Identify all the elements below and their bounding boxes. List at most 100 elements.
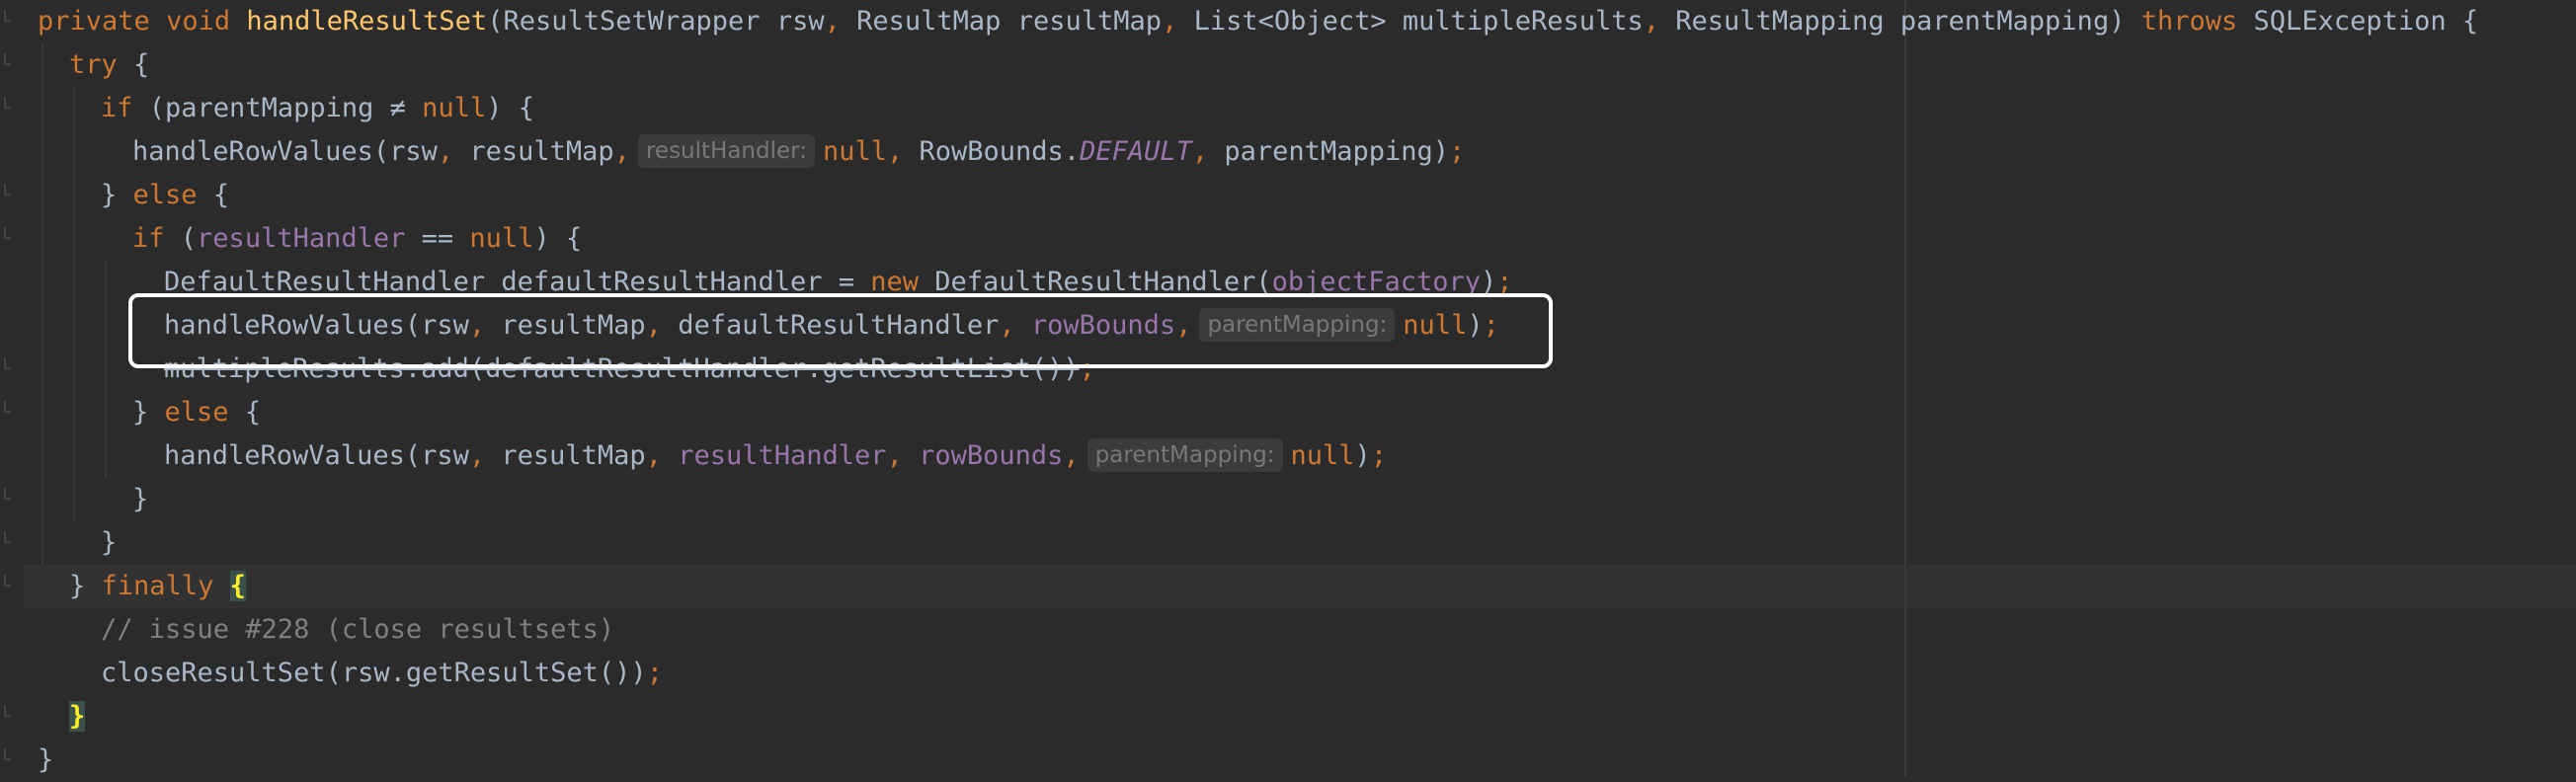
code-editor[interactable]: private void handleResultSet(ResultSetWr… bbox=[0, 0, 2576, 776]
matched-brace: } bbox=[69, 701, 86, 732]
keyword: private bbox=[38, 6, 150, 37]
comma: , bbox=[886, 440, 903, 471]
paren: ( bbox=[180, 223, 198, 254]
condition: (parentMapping bbox=[148, 93, 374, 123]
keyword: throws bbox=[2140, 6, 2238, 37]
brace: } bbox=[132, 397, 149, 428]
indent-guide bbox=[73, 87, 75, 521]
fold-marker-icon[interactable] bbox=[4, 401, 11, 413]
fold-marker-icon[interactable] bbox=[4, 357, 11, 369]
brace: { bbox=[133, 49, 150, 80]
code-line-5[interactable]: } else { bbox=[101, 174, 229, 217]
brace: } bbox=[132, 484, 149, 514]
operator: ≠ bbox=[389, 93, 406, 123]
brace: } bbox=[38, 744, 54, 775]
indent-guide bbox=[105, 261, 107, 478]
param-name: multipleResults bbox=[1402, 6, 1644, 37]
method-call: handleRowValues(rsw bbox=[132, 136, 438, 167]
brace: } bbox=[101, 180, 118, 210]
param-name: rsw bbox=[775, 6, 825, 37]
method-name: handleResultSet bbox=[246, 6, 488, 37]
comma: , bbox=[613, 136, 630, 167]
keyword: void bbox=[166, 6, 231, 37]
fold-marker-icon[interactable] bbox=[4, 97, 11, 109]
code-line-18[interactable]: } bbox=[38, 739, 53, 782]
parameter-hint: parentMapping: bbox=[1087, 438, 1283, 472]
fold-marker-icon[interactable] bbox=[4, 488, 11, 500]
semicolon: ; bbox=[1370, 440, 1388, 471]
fold-marker-icon[interactable] bbox=[4, 705, 11, 717]
right-margin-guide bbox=[1904, 0, 1906, 776]
editor-gutter bbox=[0, 0, 24, 776]
semicolon: ; bbox=[646, 658, 663, 688]
semicolon: ; bbox=[1448, 136, 1466, 167]
keyword: else bbox=[132, 180, 198, 210]
code-line-16[interactable]: closeResultSet(rsw.getResultSet()); bbox=[101, 652, 663, 695]
brace: { bbox=[2461, 6, 2479, 37]
keyword: if bbox=[101, 93, 133, 123]
brace: } bbox=[69, 571, 86, 601]
keyword: null bbox=[1290, 440, 1355, 471]
field: rowBounds bbox=[919, 440, 1064, 471]
code-line-11[interactable]: handleRowValues(rsw, resultMap, resultHa… bbox=[164, 434, 1387, 478]
brace: { bbox=[212, 180, 230, 210]
code-line-1[interactable]: private void handleResultSet(ResultSetWr… bbox=[38, 0, 2478, 43]
indent-guide bbox=[41, 43, 43, 565]
keyword: if bbox=[132, 223, 165, 254]
comma: , bbox=[1643, 6, 1660, 37]
code-line-12[interactable]: } bbox=[132, 478, 148, 521]
keyword: try bbox=[69, 49, 118, 80]
fold-marker-icon[interactable] bbox=[4, 53, 11, 65]
param-type: ResultMap bbox=[856, 6, 1002, 37]
fold-marker-icon[interactable] bbox=[4, 10, 11, 22]
code-line-17[interactable]: } bbox=[69, 695, 86, 739]
class-ref: RowBounds. bbox=[919, 136, 1081, 167]
code-line-14[interactable]: } finally { bbox=[69, 565, 246, 608]
comma: , bbox=[824, 6, 841, 37]
comma: , bbox=[1191, 136, 1209, 167]
current-line-highlight bbox=[0, 565, 2576, 608]
fold-marker-icon[interactable] bbox=[4, 575, 11, 586]
brace: { bbox=[244, 397, 262, 428]
keyword: null bbox=[422, 93, 487, 123]
comma: , bbox=[437, 136, 454, 167]
operator: == bbox=[421, 223, 454, 254]
paren: ( bbox=[487, 6, 504, 37]
fold-marker-icon[interactable] bbox=[4, 748, 11, 760]
comma: , bbox=[1063, 440, 1080, 471]
parameter-hint: resultHandler: bbox=[637, 134, 815, 168]
fold-marker-icon[interactable] bbox=[4, 531, 11, 543]
argument: resultMap bbox=[501, 440, 646, 471]
code-line-3[interactable]: if (parentMapping ≠ null) { bbox=[101, 87, 534, 130]
condition-close: ) { bbox=[533, 223, 583, 254]
keyword: null bbox=[469, 223, 534, 254]
field: resultHandler bbox=[197, 223, 406, 254]
code-line-10[interactable]: } else { bbox=[132, 391, 261, 434]
code-line-15[interactable]: // issue #228 (close resultsets) bbox=[101, 608, 614, 652]
code-line-4[interactable]: handleRowValues(rsw, resultMap, resultHan… bbox=[132, 130, 1465, 174]
argument: parentMapping) bbox=[1224, 136, 1449, 167]
param-type: ResultSetWrapper bbox=[503, 6, 761, 37]
paren: ) bbox=[1354, 440, 1371, 471]
keyword: null bbox=[822, 136, 887, 167]
condition-close: ) { bbox=[486, 93, 534, 123]
comma: , bbox=[886, 136, 904, 167]
method-call: closeResultSet(rsw.getResultSet()) bbox=[101, 658, 647, 688]
static-field: DEFAULT bbox=[1080, 136, 1192, 167]
param-name: parentMapping bbox=[1899, 6, 2110, 37]
code-line-6[interactable]: if (resultHandler == null) { bbox=[132, 217, 582, 261]
keyword: else bbox=[164, 397, 229, 428]
code-line-2[interactable]: try { bbox=[69, 43, 149, 87]
param-type: ResultMapping bbox=[1675, 6, 1885, 37]
param-type: List<Object> bbox=[1193, 6, 1387, 37]
field: resultHandler bbox=[678, 440, 887, 471]
brace: } bbox=[101, 527, 118, 558]
annotation-highlight-box bbox=[128, 293, 1553, 368]
argument: resultMap bbox=[469, 136, 614, 167]
comma: , bbox=[468, 440, 486, 471]
matched-brace: { bbox=[229, 571, 246, 601]
keyword: finally bbox=[101, 571, 214, 601]
fold-marker-icon[interactable] bbox=[4, 227, 11, 239]
fold-marker-icon[interactable] bbox=[4, 184, 11, 196]
code-line-13[interactable]: } bbox=[101, 521, 117, 565]
